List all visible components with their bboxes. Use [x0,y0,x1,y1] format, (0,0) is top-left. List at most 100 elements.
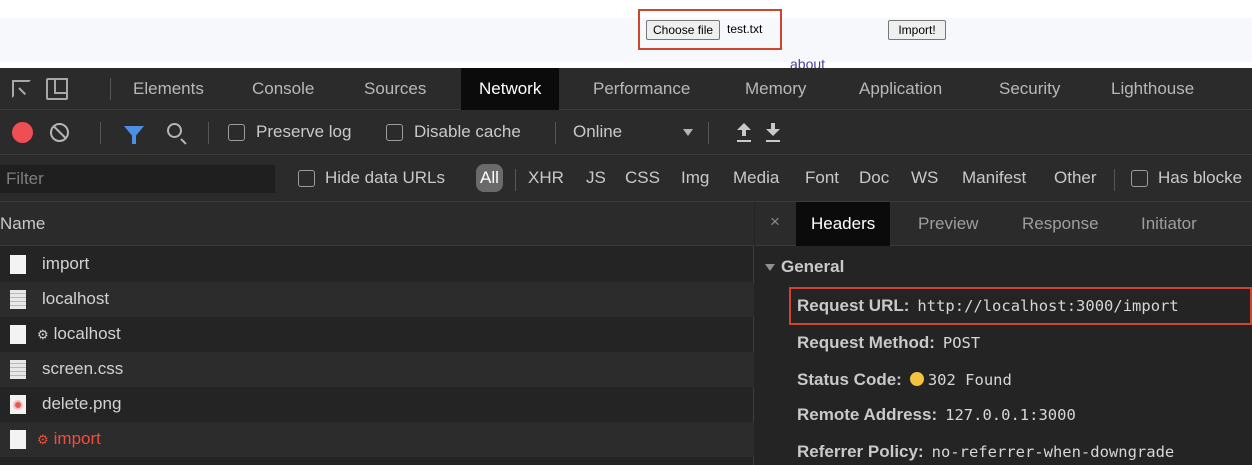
request-name: localhost [42,289,110,308]
request-list: Name import localhost ⚙ localhost screen.… [0,202,754,465]
preserve-log-label: Preserve log [256,122,352,141]
device-toolbar-icon[interactable] [46,78,68,100]
tab-performance[interactable]: Performance [593,68,690,110]
table-row[interactable]: ⚙ import [0,422,754,457]
page-content-band [0,18,1252,62]
request-name: import [53,429,101,448]
gear-icon: ⚙ [37,432,49,447]
header-row-request-method: Request Method: POST [797,333,980,353]
status-dot-icon [909,372,924,386]
request-name: screen.css [42,359,124,378]
filter-type-all[interactable]: All [476,164,503,192]
table-row[interactable]: import [0,247,754,282]
header-row-status-code: Status Code: 302 Found [797,370,1012,390]
divider [1114,169,1115,191]
document-icon [10,430,26,449]
filter-bar: Hide data URLs All XHR JS CSS Img Media … [0,155,1252,202]
tab-application[interactable]: Application [859,68,942,110]
inspect-element-icon[interactable] [12,80,31,98]
clear-icon[interactable] [50,123,69,142]
tab-memory[interactable]: Memory [745,68,806,110]
search-icon[interactable] [167,123,182,138]
table-row[interactable]: ⚙ localhost [0,317,754,352]
request-details-panel: × Headers Preview Response Initiator Gen… [755,202,1252,465]
filter-type-ws[interactable]: WS [911,164,938,192]
close-icon[interactable]: × [770,212,780,232]
record-icon[interactable] [12,122,33,143]
has-blocked-label: Has blocke [1158,168,1243,187]
request-name: localhost [53,324,121,343]
filter-type-manifest[interactable]: Manifest [962,164,1026,192]
header-key: Status Code: [797,370,902,389]
tab-network[interactable]: Network [461,68,560,110]
tab-console[interactable]: Console [252,68,314,110]
divider [708,122,709,144]
header-key: Request URL: [797,296,910,315]
tab-response[interactable]: Response [1022,202,1099,246]
tab-initiator[interactable]: Initiator [1141,202,1197,246]
network-toolbar: Preserve log Disable cache Online [0,110,1252,155]
filter-type-js[interactable]: JS [586,164,606,192]
filter-input[interactable] [0,165,275,193]
choose-file-button[interactable]: Choose file [646,20,721,40]
page-viewport: Choose file test.txt Import! about [0,0,1252,68]
header-key: Referrer Policy: [797,442,924,461]
hide-data-urls-checkbox[interactable] [298,170,315,187]
throttling-select[interactable]: Online [573,122,622,142]
tab-sources[interactable]: Sources [364,68,426,110]
header-value: 302 Found [927,371,1012,389]
tab-elements[interactable]: Elements [133,68,204,110]
gear-icon: ⚙ [37,327,49,342]
tab-security[interactable]: Security [999,68,1060,110]
preserve-log-checkbox[interactable] [228,124,245,141]
header-row-request-url: Request URL: http://localhost:3000/import [797,296,1179,316]
has-blocked-checkbox[interactable] [1131,170,1148,187]
document-icon [10,290,26,309]
filter-type-media[interactable]: Media [733,164,779,192]
tab-headers[interactable]: Headers [796,202,891,246]
filter-type-font[interactable]: Font [805,164,839,192]
name-column-header[interactable]: Name [0,214,45,234]
divider [100,122,101,144]
table-row[interactable]: localhost [0,282,754,317]
divider [110,78,111,100]
request-name: import [42,254,90,273]
table-row[interactable]: delete.png [0,387,754,422]
filter-type-img[interactable]: Img [681,164,709,192]
hide-data-urls-label: Hide data URLs [325,168,446,187]
divider [555,122,556,144]
general-section-toggle[interactable]: General [765,257,844,277]
export-har-icon-base [766,140,780,142]
document-icon [10,325,26,344]
about-link[interactable]: about [790,56,825,68]
stylesheet-icon [10,360,26,379]
header-row-remote-address: Remote Address: 127.0.0.1:3000 [797,405,1076,425]
header-row-referrer-policy: Referrer Policy: no-referrer-when-downgra… [797,442,1174,462]
divider [208,122,209,144]
disable-cache-checkbox[interactable] [386,124,403,141]
filter-icon[interactable] [124,126,144,144]
filter-type-xhr[interactable]: XHR [528,164,564,192]
header-value: 127.0.0.1:3000 [945,406,1076,424]
import-har-icon-base [737,140,751,142]
table-row[interactable]: screen.css [0,352,754,387]
header-value: http://localhost:3000/import [917,297,1179,315]
selected-file-name: test.txt [727,22,763,36]
devtools-tab-bar: Elements Console Sources Network Perform… [0,68,1252,110]
import-button[interactable]: Import! [888,20,946,40]
filter-type-other[interactable]: Other [1054,164,1097,192]
disable-cache-label: Disable cache [414,122,521,141]
request-name: delete.png [42,394,122,413]
details-tab-bar: × Headers Preview Response Initiator [755,202,1252,246]
tab-preview[interactable]: Preview [918,202,978,246]
request-list-header: Name [0,202,754,246]
filter-type-doc[interactable]: Doc [859,164,889,192]
header-value: no-referrer-when-downgrade [931,443,1175,461]
filter-type-css[interactable]: CSS [625,164,660,192]
divider [515,169,516,191]
chevron-down-icon[interactable] [683,129,693,136]
tab-lighthouse[interactable]: Lighthouse [1111,68,1194,110]
triangle-down-icon [765,264,775,272]
header-value: POST [942,334,981,352]
header-key: Request Method: [797,333,935,352]
